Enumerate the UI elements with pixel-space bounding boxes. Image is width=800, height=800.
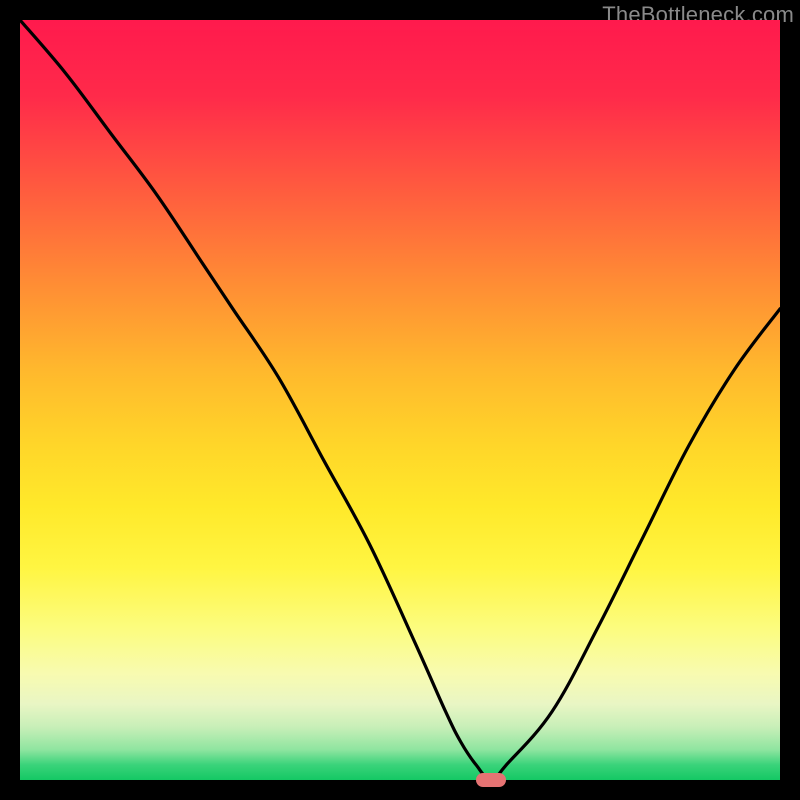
- chart-stage: TheBottleneck.com: [0, 0, 800, 800]
- curve-svg: [20, 20, 780, 780]
- plot-area: [20, 20, 780, 780]
- optimal-point-marker: [476, 773, 506, 787]
- bottleneck-curve: [20, 20, 780, 780]
